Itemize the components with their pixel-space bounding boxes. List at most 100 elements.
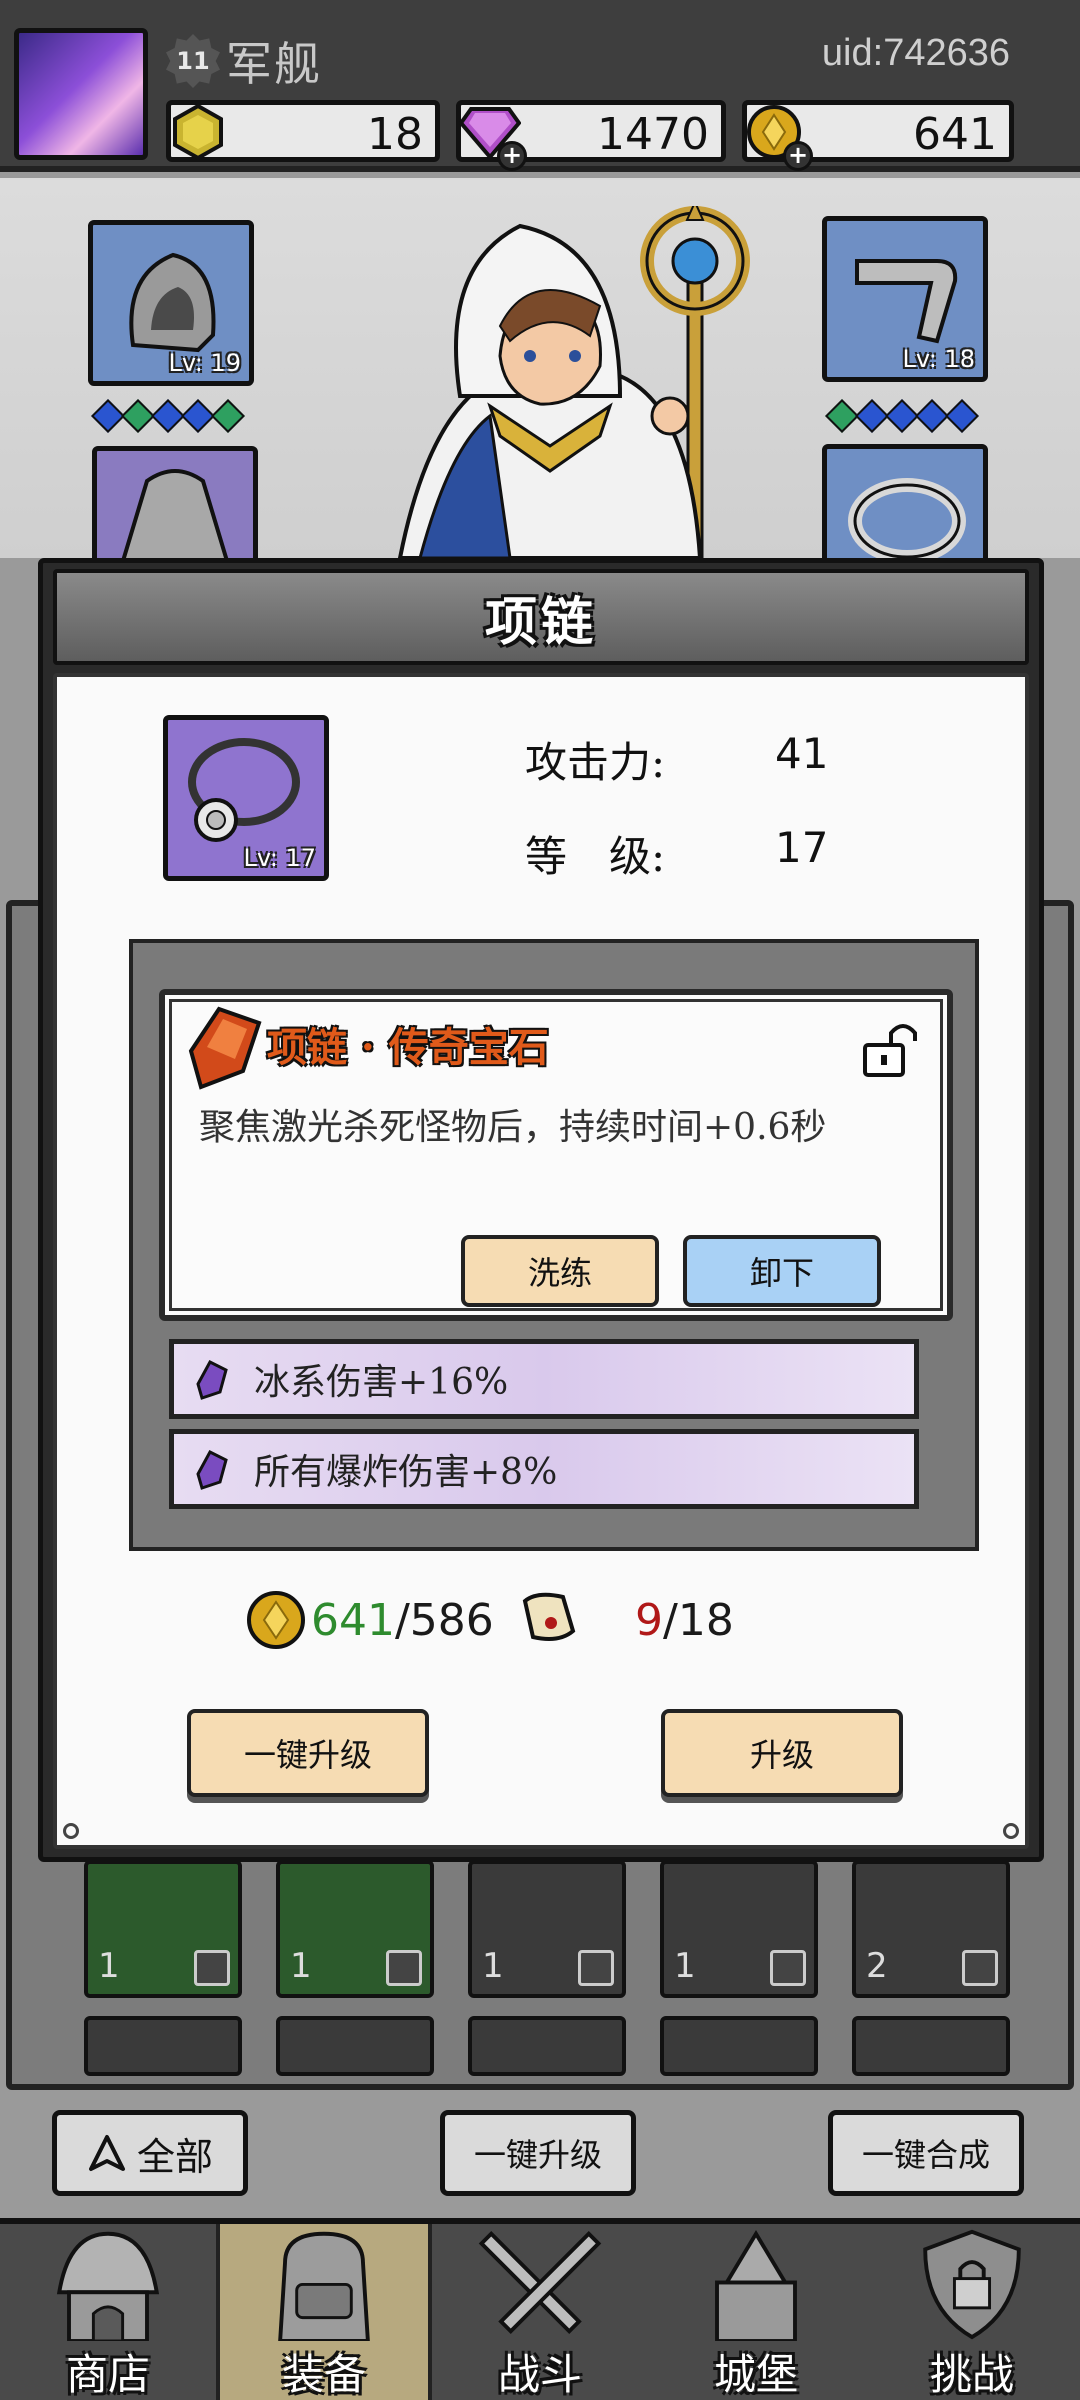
nav-label: 装备 [281, 2350, 366, 2399]
diamond-resource-bar: + 1470 [456, 100, 726, 171]
batch-merge-button[interactable]: 一键合成 [828, 2110, 1024, 2196]
upgrade-all-button[interactable]: 一键升级 [187, 1709, 429, 1797]
corner-ornament [63, 1823, 79, 1839]
unlocked-padlock-icon[interactable] [859, 1017, 921, 1079]
scroll-icon [522, 1592, 576, 1641]
equip-slot-weapon[interactable]: Lv: 18 [822, 216, 988, 382]
gold-add-button[interactable]: + [783, 141, 813, 171]
attack-label: 攻击力: [525, 738, 666, 787]
inventory-item[interactable] [660, 2016, 818, 2076]
modal-body: Lv: 17 攻击力: 41 等 级: 17 项链 · 传奇宝石 聚焦激光杀死怪… [53, 673, 1029, 1849]
gold-have: 641 [311, 1595, 395, 1646]
inventory-item[interactable]: 1 [468, 1860, 626, 1998]
corner-ornament [1003, 1823, 1019, 1839]
unequip-button[interactable]: 卸下 [683, 1235, 881, 1307]
item-detail-modal: 项链 Lv: 17 攻击力: 41 等 级: 17 项链 · 传奇宝石 聚焦激光… [38, 558, 1044, 1862]
gem-description: 聚焦激光杀死怪物后，持续时间+0.6秒 [199, 1107, 827, 1148]
upgrade-label: 升级 [749, 1736, 814, 1774]
hero-character [397, 206, 750, 558]
hexagon-gem-icon [173, 103, 223, 161]
socket-gem [181, 399, 215, 433]
attack-value: 41 [775, 729, 829, 778]
item-icon-slot: Lv: 17 [163, 715, 329, 881]
unequip-label: 卸下 [749, 1254, 814, 1292]
purple-crystal-icon [196, 1360, 228, 1400]
slot-level: Lv: 18 [902, 345, 975, 373]
inventory-item[interactable] [852, 2016, 1010, 2076]
type-tag-icon [770, 1950, 806, 1986]
inventory-item[interactable] [276, 2016, 434, 2076]
type-tag-icon [962, 1950, 998, 1986]
inventory-item[interactable]: 2 [852, 1860, 1010, 1998]
purple-crystal-icon [196, 1450, 228, 1490]
batch-upgrade-label: 一键升级 [473, 2136, 602, 2174]
player-level: 11 [176, 47, 210, 75]
player-level-badge: 11 [166, 34, 220, 88]
backpack-icon [278, 2231, 370, 2341]
nav-equipment[interactable]: 装备 [216, 2224, 432, 2400]
stone-resource-bar: 18 [166, 100, 440, 162]
stone-count: 18 [367, 109, 423, 160]
type-tag-icon [194, 1950, 230, 1986]
upgrade-button[interactable]: 升级 [661, 1709, 903, 1797]
socket-gem [825, 399, 859, 433]
affix-row: 冰系伤害+16% [169, 1339, 919, 1419]
reforge-button[interactable]: 洗练 [461, 1235, 659, 1307]
rank-title: 军舰 [226, 37, 322, 91]
nav-label: 商店 [65, 2350, 150, 2399]
locked-shield-icon [923, 2229, 1021, 2340]
gold-count: 641 [913, 109, 997, 160]
gem-sockets-right [825, 399, 979, 433]
socket-gem [855, 399, 889, 433]
nav-shop[interactable]: 商店 [0, 2224, 216, 2400]
inventory-item[interactable]: 1 [84, 1860, 242, 1998]
gold-resource-bar: + 641 [742, 100, 1014, 171]
socket-gem [121, 399, 155, 433]
equip-slot-ring[interactable] [822, 444, 988, 566]
affix-row: 所有爆炸伤害+8% [169, 1429, 919, 1509]
nav-challenge[interactable]: 挑战 [864, 2224, 1080, 2400]
gem-name: 项链 · 传奇宝石 [267, 1024, 549, 1071]
socket-gem [945, 399, 979, 433]
inventory-item[interactable]: 1 [660, 1860, 818, 1998]
diamond-add-button[interactable]: + [497, 141, 527, 171]
scroll-have: 9 [635, 1595, 663, 1646]
modal-title-bar: 项链 [53, 569, 1029, 665]
inventory-item[interactable]: 1 [276, 1860, 434, 1998]
equip-slot-armor[interactable] [92, 446, 258, 566]
hero-area: Lv: 19 Lv: 18 [0, 178, 1080, 566]
legendary-gem-icon [188, 1006, 262, 1090]
level-value: 17 [775, 823, 829, 872]
level-label: 等 级: [525, 832, 666, 881]
scroll-cost: 9/18 [635, 1595, 734, 1646]
socket-gem [885, 399, 919, 433]
bottom-nav: 商店 装备 战斗 城堡 挑战 [0, 2218, 1080, 2400]
reforge-label: 洗练 [527, 1254, 592, 1292]
gem-panel: 项链 · 传奇宝石 聚焦激光杀死怪物后，持续时间+0.6秒 洗练 卸下 冰系伤害… [129, 939, 979, 1551]
batch-upgrade-button[interactable]: 一键升级 [440, 2110, 636, 2196]
avatar[interactable] [14, 28, 148, 160]
equip-slot-helmet[interactable]: Lv: 19 [88, 220, 254, 386]
legendary-gem-card: 项链 · 传奇宝石 聚焦激光杀死怪物后，持续时间+0.6秒 洗练 卸下 [159, 989, 953, 1321]
crossed-swords-icon [478, 2230, 602, 2335]
socket-gem [211, 399, 245, 433]
affix-text: 冰系伤害+16% [254, 1362, 509, 1403]
socket-gem [151, 399, 185, 433]
gold-cost: 641/586 [311, 1595, 494, 1646]
filter-all-label: 全部 [136, 2134, 213, 2179]
nav-label: 城堡 [713, 2350, 798, 2399]
nav-battle[interactable]: 战斗 [432, 2224, 648, 2400]
socket-gem [91, 399, 125, 433]
inventory-item[interactable] [468, 2016, 626, 2076]
triangle-filter-icon [88, 2135, 125, 2171]
top-bar: 11 军舰 uid:742636 18 + 1470 + 641 [0, 0, 1080, 172]
cloak-icon [120, 469, 230, 563]
batch-merge-label: 一键合成 [861, 2136, 990, 2174]
inventory-item[interactable] [84, 2016, 242, 2076]
upgrade-all-label: 一键升级 [243, 1736, 372, 1774]
shop-hut-icon [56, 2231, 160, 2341]
filter-all-button[interactable]: 全部 [52, 2110, 248, 2196]
nav-castle[interactable]: 城堡 [648, 2224, 864, 2400]
uid-label: uid:742636 [821, 32, 1010, 74]
ring-icon [848, 478, 966, 564]
